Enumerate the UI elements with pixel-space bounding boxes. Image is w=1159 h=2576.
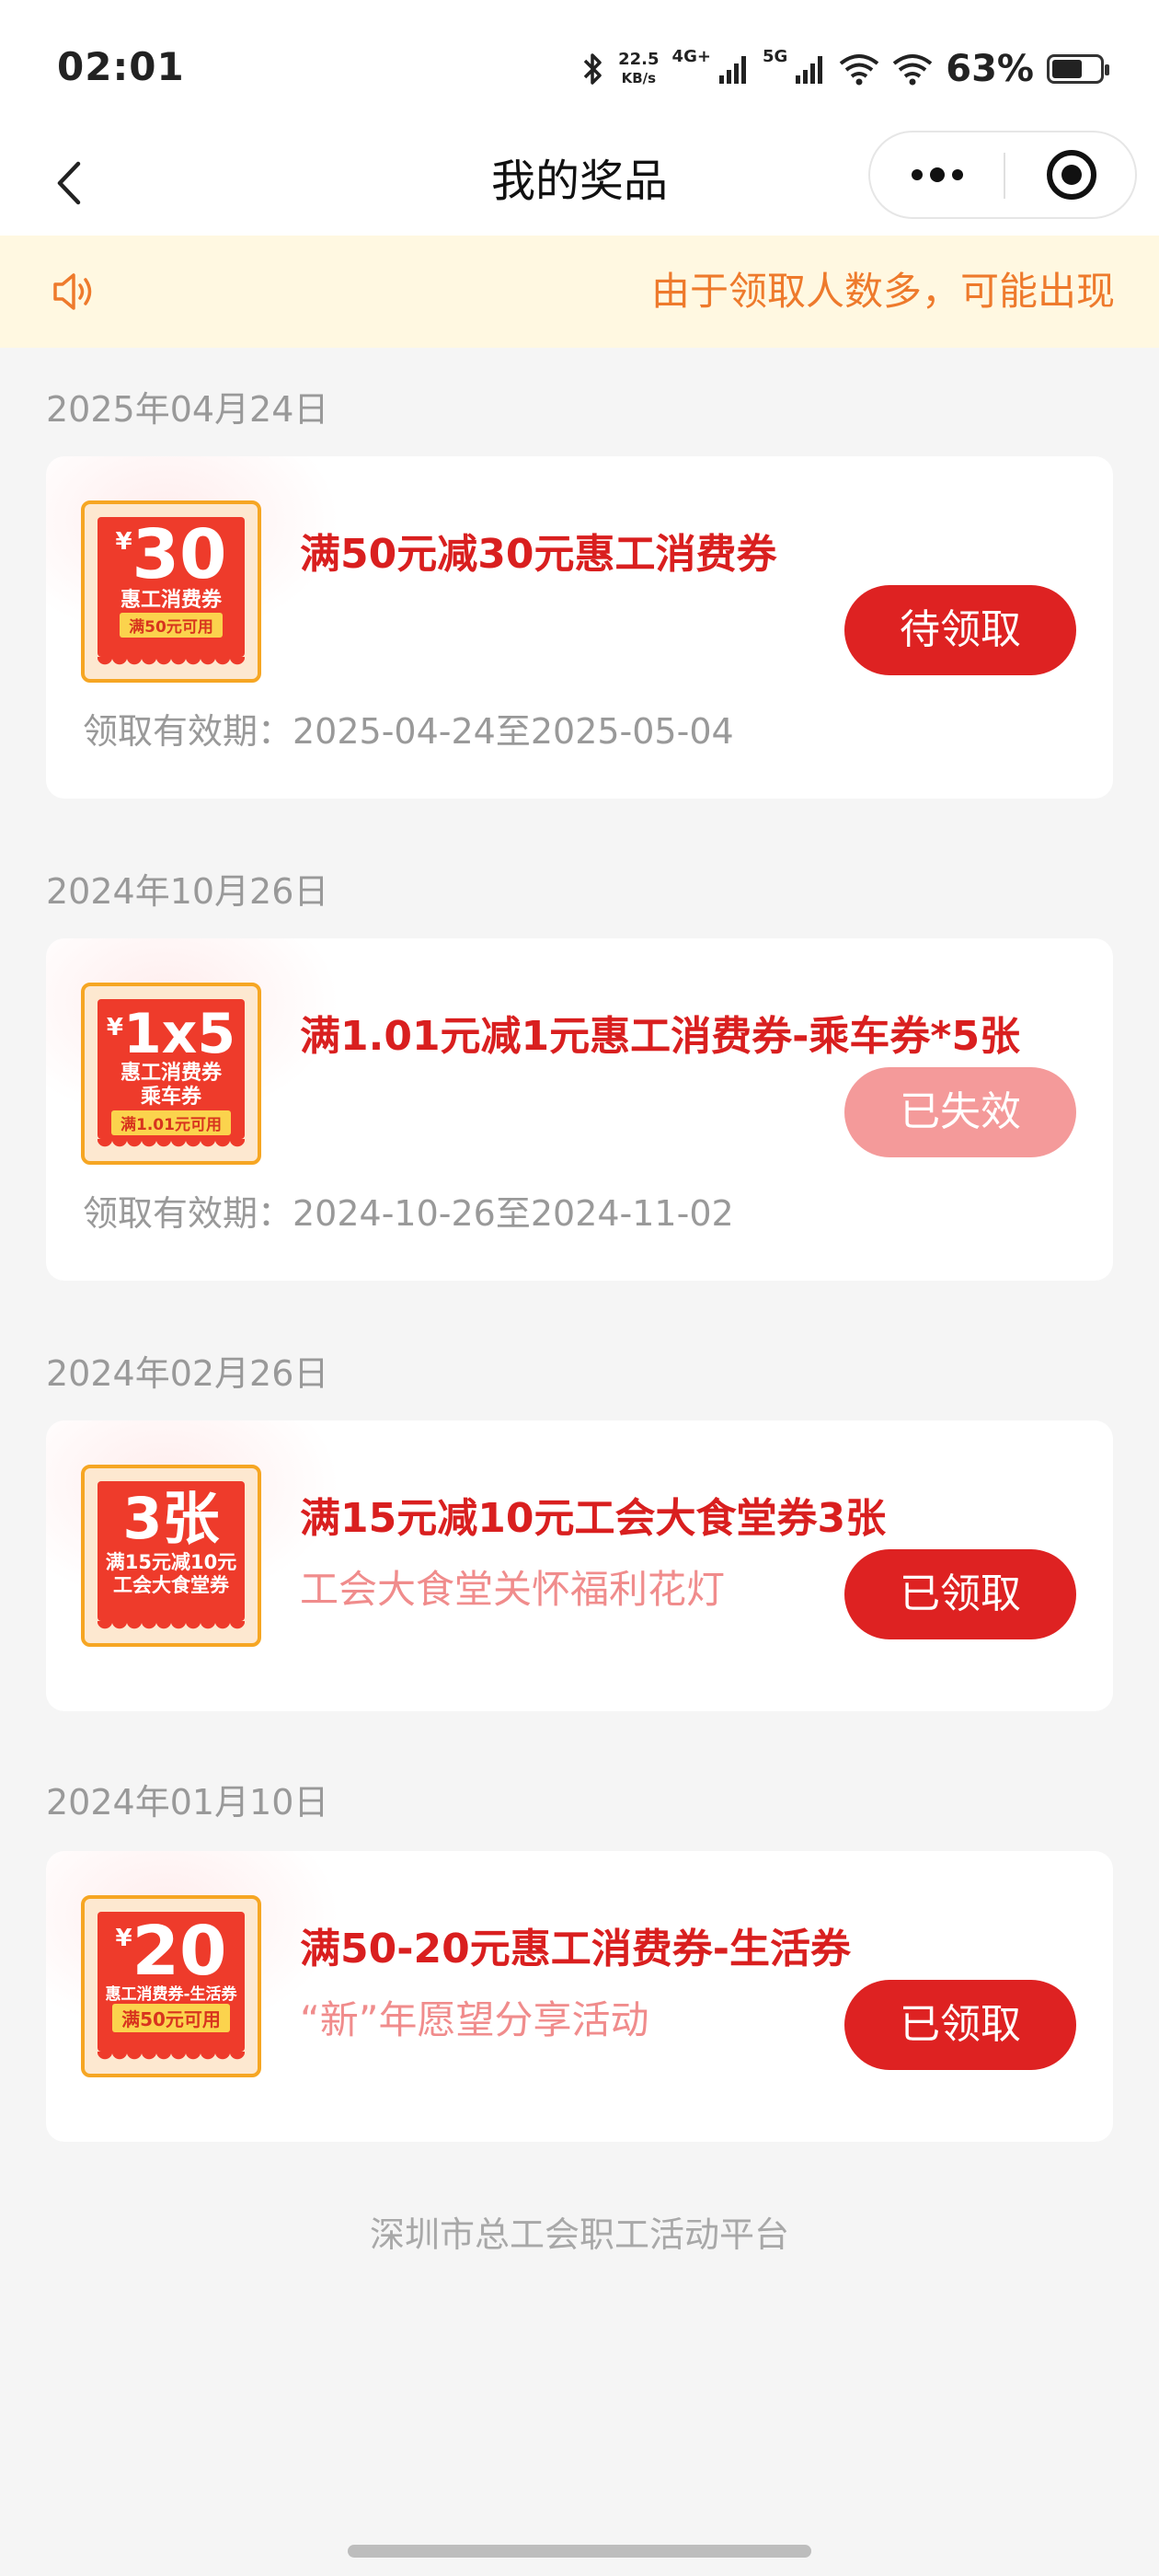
- more-button[interactable]: [870, 132, 1004, 217]
- target-close-icon: [1046, 150, 1096, 200]
- coupon-thumbnail: ¥30 惠工消费券 满50元可用: [81, 500, 261, 683]
- notice-text: 由于领取人数多，可能出现: [650, 269, 1115, 314]
- net-speed-value: 22.5: [618, 50, 660, 69]
- battery-fill: [1052, 60, 1082, 78]
- expired-button: 已失效: [844, 1067, 1076, 1157]
- prize-title: 满50元减30元惠工消费券: [300, 531, 777, 578]
- status-time: 02:01: [57, 44, 185, 89]
- prize-date: 2024年01月10日: [46, 1782, 329, 1823]
- battery-percent: 63%: [946, 48, 1034, 90]
- status-bar: 02:01 22.5 KB/s 4G+ 5G 63%: [0, 0, 1159, 129]
- coupon-strip: 满50元可用: [120, 613, 223, 638]
- signal1-label: 4G+: [671, 46, 711, 66]
- coupon-strip: 满50元可用: [112, 2004, 230, 2033]
- coupon-line1: 惠工消费券-生活券: [105, 1985, 237, 2004]
- coupon-line2: 工会大食堂券: [113, 1574, 229, 1597]
- prize-date: 2024年10月26日: [46, 871, 329, 912]
- coupon-value: ¥1x5: [106, 1002, 236, 1066]
- prize-card[interactable]: ¥30 惠工消费券 满50元可用 满50元减30元惠工消费券 领取有效期：202…: [46, 456, 1113, 799]
- claimed-button[interactable]: 已领取: [844, 1980, 1076, 2070]
- prize-date: 2024年02月26日: [46, 1353, 329, 1394]
- signal2-label: 5G: [762, 46, 788, 66]
- prize-card[interactable]: ¥1x5 惠工消费券 乘车券 满1.01元可用 满1.01元减1元惠工消费券-乘…: [46, 938, 1113, 1281]
- prize-title: 满15元减10元工会大食堂券3张: [300, 1495, 887, 1542]
- prize-validity: 领取有效期：2024-10-26至2024-11-02: [83, 1193, 734, 1234]
- coupon-strip: 满1.01元可用: [111, 1110, 231, 1135]
- coupon-value: 3张: [122, 1485, 220, 1552]
- coupon-thumbnail: ¥1x5 惠工消费券 乘车券 满1.01元可用: [81, 983, 261, 1165]
- cell-signal-icon: [795, 53, 826, 85]
- prize-card[interactable]: 3张 满15元减10元 工会大食堂券 满15元减10元工会大食堂券3张 工会大食…: [46, 1420, 1113, 1711]
- more-dots-icon: [911, 167, 963, 182]
- coupon-thumbnail: 3张 满15元减10元 工会大食堂券: [81, 1465, 261, 1647]
- coupon-face: ¥1x5 惠工消费券 乘车券 满1.01元可用: [98, 999, 245, 1150]
- nav-bar: 我的奖品: [0, 129, 1159, 236]
- coupon-value: ¥20: [115, 1912, 227, 1991]
- net-speed-unit: KB/s: [621, 70, 657, 86]
- coupon-face: ¥30 惠工消费券 满50元可用: [98, 515, 245, 668]
- coupon-line1: 满15元减10元: [105, 1551, 237, 1573]
- wifi-icon: [892, 52, 933, 86]
- prize-date: 2025年04月24日: [46, 389, 329, 430]
- claim-button[interactable]: 待领取: [844, 585, 1076, 675]
- coupon-thumbnail: ¥20 惠工消费券-生活券 满50元可用: [81, 1895, 261, 2077]
- prize-subtitle: “新”年愿望分享活动: [300, 1997, 649, 2042]
- coupon-line2: 乘车券: [140, 1086, 201, 1110]
- prize-card[interactable]: ¥20 惠工消费券-生活券 满50元可用 满50-20元惠工消费券-生活券 “新…: [46, 1851, 1113, 2142]
- speaker-icon: [52, 269, 98, 318]
- coupon-face: 3张 满15元减10元 工会大食堂券: [98, 1481, 245, 1632]
- cell-signal-icon: [718, 53, 750, 85]
- close-miniprogram-button[interactable]: [1005, 132, 1137, 217]
- prize-validity: 领取有效期：2025-04-24至2025-05-04: [83, 711, 734, 752]
- coupon-value: ¥30: [115, 515, 227, 594]
- battery-icon: [1047, 54, 1109, 84]
- coupon-face: ¥20 惠工消费券-生活券 满50元可用: [98, 1912, 245, 2063]
- footer-text: 深圳市总工会职工活动平台: [369, 2214, 789, 2255]
- prize-subtitle: 工会大食堂关怀福利花灯: [300, 1567, 726, 1612]
- net-speed: 22.5 KB/s: [618, 51, 659, 87]
- home-indicator[interactable]: [348, 2545, 811, 2558]
- claimed-button[interactable]: 已领取: [844, 1549, 1076, 1639]
- mini-program-capsule: [868, 131, 1137, 219]
- wifi-icon: [839, 52, 879, 86]
- bluetooth-icon: [581, 51, 605, 87]
- status-icons: 22.5 KB/s 4G+ 5G 63%: [581, 46, 1109, 92]
- prize-title: 满50-20元惠工消费券-生活券: [300, 1926, 851, 1972]
- notice-bar: 由于领取人数多，可能出现: [0, 236, 1159, 348]
- prize-title: 满1.01元减1元惠工消费券-乘车券*5张: [300, 1013, 1021, 1060]
